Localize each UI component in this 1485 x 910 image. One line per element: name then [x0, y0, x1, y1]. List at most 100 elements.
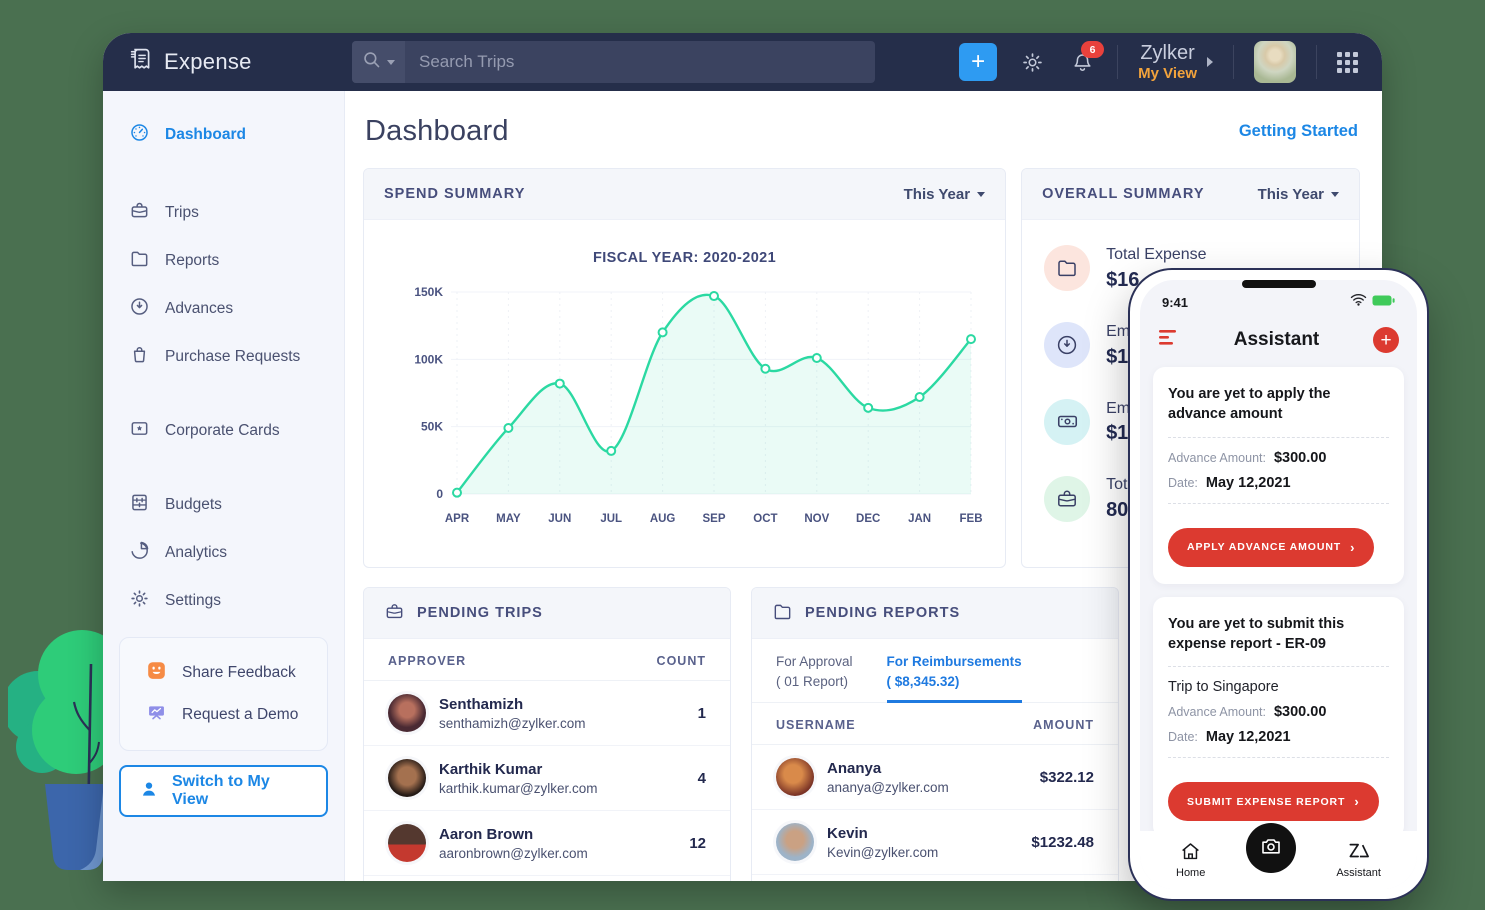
- summary-label: Total Expense: [1106, 245, 1207, 266]
- approver-email: aaronbrown@zylker.com: [439, 846, 588, 861]
- divider: [1316, 45, 1317, 79]
- chevron-down-icon: [387, 60, 395, 65]
- phone-speaker: [1242, 280, 1316, 288]
- wifi-icon: [1350, 293, 1367, 311]
- overall-summary-period-dropdown[interactable]: This Year: [1258, 186, 1339, 203]
- table-row[interactable]: Senthamizh senthamizh@zylker.com 1: [364, 681, 730, 746]
- sidebar-item-label: Settings: [165, 592, 221, 610]
- search-scope-dropdown[interactable]: [352, 41, 405, 83]
- svg-text:100K: 100K: [414, 352, 443, 366]
- svg-text:JAN: JAN: [908, 513, 931, 525]
- add-button[interactable]: +: [1373, 327, 1399, 353]
- status-time: 9:41: [1162, 295, 1188, 310]
- notifications-bell-icon[interactable]: 6: [1067, 47, 1097, 77]
- sidebar-item-dashboard[interactable]: Dashboard: [103, 111, 344, 159]
- sidebar-item-reports[interactable]: Reports: [103, 237, 344, 285]
- app-logo[interactable]: Expense: [127, 46, 352, 78]
- search-bar[interactable]: [352, 41, 875, 83]
- card-title: You are yet to submit this expense repor…: [1168, 614, 1389, 655]
- shopping-bag-icon: [129, 344, 150, 370]
- amount: $322.12: [1040, 769, 1094, 786]
- org-switcher[interactable]: Zylker My View: [1138, 42, 1213, 82]
- divider: [1117, 45, 1118, 79]
- column-username: USERNAME: [776, 718, 856, 732]
- nav-home-label: Home: [1176, 867, 1205, 879]
- svg-text:0: 0: [436, 487, 443, 501]
- trip-count: 12: [689, 835, 706, 852]
- card-star-icon: [129, 418, 150, 444]
- search-icon: [362, 50, 381, 74]
- camera-icon: [1259, 834, 1283, 863]
- chevron-right-icon: [1207, 57, 1213, 67]
- clock-icon: [1044, 322, 1090, 368]
- assistant-zia-icon: [1347, 841, 1371, 864]
- svg-text:MAY: MAY: [496, 513, 521, 525]
- table-row[interactable]: Karthik Kumar karthik.kumar@zylker.com 4: [364, 746, 730, 811]
- table-row[interactable]: Aaron Brown aaronbrown@zylker.com 12: [364, 811, 730, 876]
- apps-grid-icon[interactable]: [1337, 52, 1358, 73]
- battery-icon: [1372, 293, 1395, 311]
- avatar: [388, 759, 426, 797]
- apply-advance-amount-button[interactable]: APPLY ADVANCE AMOUNT›: [1168, 528, 1374, 567]
- sidebar-item-trips[interactable]: Trips: [103, 189, 344, 237]
- column-approver: APPROVER: [388, 654, 466, 668]
- sidebar-item-budgets[interactable]: Budgets: [103, 481, 344, 529]
- overall-summary-title: OVERALL SUMMARY: [1042, 186, 1204, 202]
- camera-button[interactable]: [1246, 823, 1296, 873]
- summary-value: 80: [1106, 499, 1128, 522]
- tab-for-reimbursements[interactable]: For Reimbursements ( $8,345.32): [887, 652, 1022, 703]
- avatar: [776, 823, 814, 861]
- user-email: ananya@zylker.com: [827, 780, 949, 795]
- user-email: Kevin@zylker.com: [827, 845, 938, 860]
- approver-email: senthamizh@zylker.com: [439, 716, 586, 731]
- sidebar-item-label: Corporate Cards: [165, 422, 280, 440]
- user-avatar[interactable]: [1254, 41, 1296, 83]
- table-row[interactable]: Ananya ananya@zylker.com $322.12: [752, 745, 1118, 810]
- username: Ananya: [827, 760, 949, 777]
- svg-text:JUL: JUL: [600, 513, 622, 525]
- sidebar: Dashboard Trips: [103, 91, 345, 881]
- request-demo-label: Request a Demo: [182, 706, 298, 724]
- svg-text:50K: 50K: [421, 420, 443, 434]
- column-amount: AMOUNT: [1033, 718, 1094, 732]
- briefcase-icon: [1044, 476, 1090, 522]
- spend-summary-period-dropdown[interactable]: This Year: [904, 186, 985, 203]
- search-input[interactable]: [405, 41, 875, 83]
- spend-summary-card: SPEND SUMMARY This Year FISCAL YEAR: 202…: [363, 168, 1006, 568]
- summary-label: Tot: [1106, 475, 1128, 496]
- trip-count: 4: [698, 770, 706, 787]
- getting-started-link[interactable]: Getting Started: [1239, 122, 1358, 141]
- tab-for-approval[interactable]: For Approval ( 01 Report): [776, 652, 853, 702]
- approver-name: Aaron Brown: [439, 826, 588, 843]
- sidebar-item-label: Advances: [165, 300, 233, 318]
- nav-assistant[interactable]: Assistant: [1336, 841, 1381, 879]
- pending-trips-card: PENDING TRIPS APPROVER COUNT Senthamizh …: [363, 587, 731, 881]
- sidebar-item-settings[interactable]: Settings: [103, 577, 344, 625]
- sidebar-item-analytics[interactable]: Analytics: [103, 529, 344, 577]
- nav-home[interactable]: Home: [1176, 841, 1205, 879]
- svg-text:DEC: DEC: [856, 513, 880, 525]
- request-demo-item[interactable]: Request a Demo: [124, 694, 323, 736]
- table-row[interactable]: Kevin Kevin@zylker.com $1232.48: [752, 810, 1118, 875]
- banknote-icon: [1044, 399, 1090, 445]
- chevron-down-icon: [1331, 192, 1339, 197]
- feedback-box: Share Feedback Request a Demo: [119, 637, 328, 751]
- pie-chart-icon: [129, 540, 150, 566]
- submit-expense-report-button[interactable]: SUBMIT EXPENSE REPORT›: [1168, 782, 1379, 821]
- sidebar-item-purchase-requests[interactable]: Purchase Requests: [103, 333, 344, 381]
- phone-bottom-nav: Home: [1140, 831, 1417, 889]
- smiley-icon: [146, 660, 167, 686]
- switch-to-my-view-button[interactable]: Switch to My View: [119, 765, 328, 817]
- app-name: Expense: [164, 49, 252, 75]
- pending-trips-title: PENDING TRIPS: [417, 605, 543, 621]
- settings-icon[interactable]: [1017, 47, 1047, 77]
- amount: $1232.48: [1031, 834, 1094, 851]
- switch-view-label: Switch to My View: [172, 773, 308, 809]
- share-feedback-item[interactable]: Share Feedback: [124, 652, 323, 694]
- menu-hamburger-icon[interactable]: [1158, 329, 1180, 351]
- column-count: COUNT: [657, 654, 706, 668]
- quick-create-button[interactable]: +: [959, 43, 997, 81]
- sidebar-item-advances[interactable]: Advances: [103, 285, 344, 333]
- sidebar-item-corporate-cards[interactable]: Corporate Cards: [103, 407, 344, 455]
- home-icon: [1180, 841, 1201, 864]
